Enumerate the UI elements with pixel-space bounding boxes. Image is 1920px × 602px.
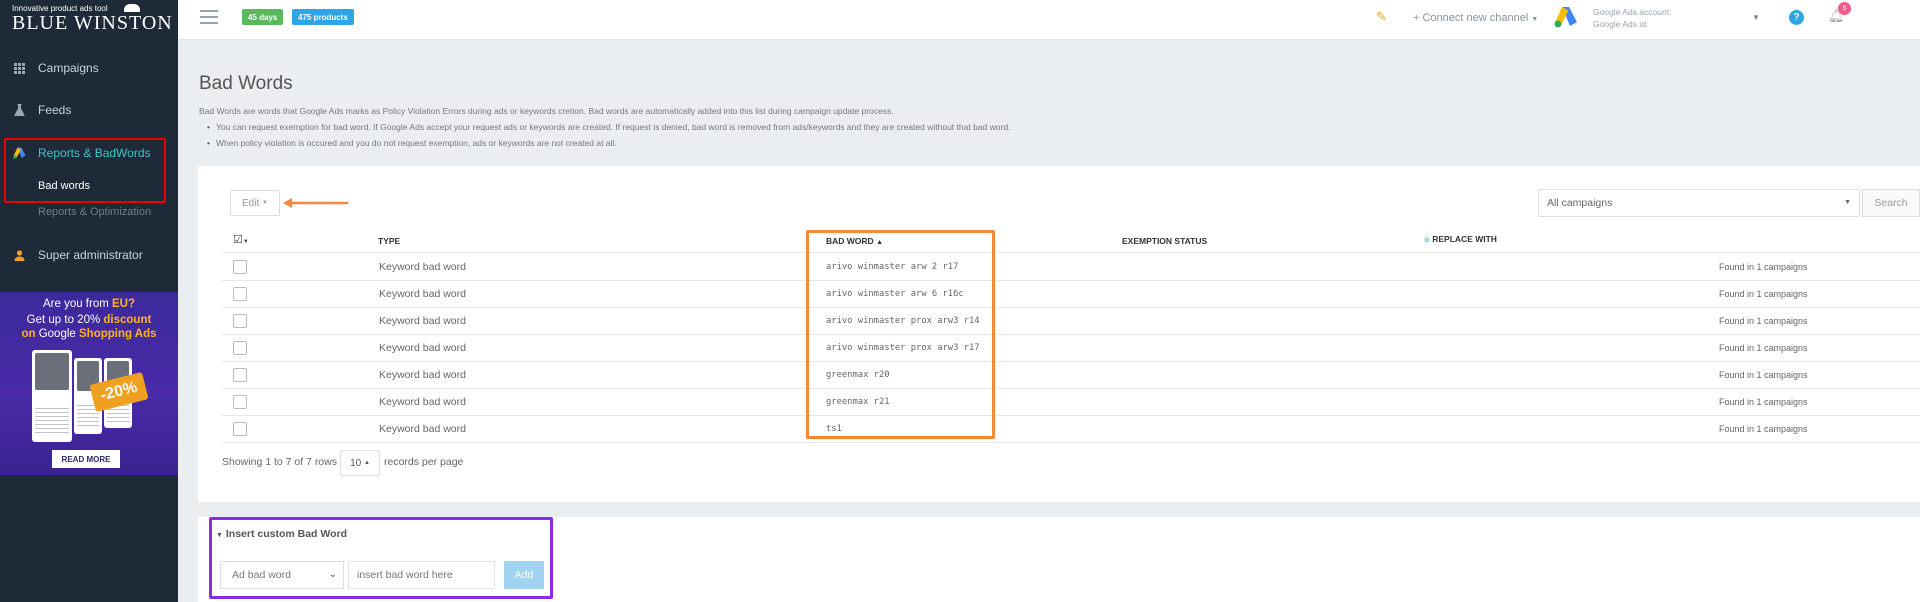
cell-found[interactable]: Found in 1 campaigns	[1719, 262, 1808, 272]
menu-icon[interactable]	[200, 10, 218, 24]
read-more-button[interactable]: READ MORE	[52, 450, 120, 468]
table-row[interactable]: Keyword bad word greenmax r20 Found in 1…	[222, 361, 1920, 388]
table-row[interactable]: Keyword bad word arivo winmaster arw 2 r…	[222, 253, 1920, 280]
column-header-type[interactable]: TYPE	[378, 236, 400, 246]
cell-type: Keyword bad word	[379, 423, 466, 435]
cell-type: Keyword bad word	[379, 261, 466, 273]
pagination-info: Showing 1 to 7 of 7 rows	[222, 456, 337, 468]
records-per-page-label: records per page	[384, 456, 464, 468]
phone-image	[32, 350, 72, 442]
cell-type: Keyword bad word	[379, 288, 466, 300]
sidebar-subitem-reports-optimization[interactable]: Reports & Optimization	[38, 206, 151, 218]
row-checkbox[interactable]	[233, 395, 247, 409]
cell-found[interactable]: Found in 1 campaigns	[1719, 343, 1808, 353]
chevron-down-icon[interactable]: ▼	[1752, 13, 1760, 22]
sidebar-item-super-administrator[interactable]: Super administrator	[0, 243, 178, 267]
promo-line-1: Are you from EU?	[42, 298, 136, 310]
connect-channel-button[interactable]: + Connect new channel ▼	[1413, 12, 1538, 24]
cell-type: Keyword bad word	[379, 315, 466, 327]
description-bullet: When policy violation is occured and you…	[207, 138, 617, 148]
sidebar-item-label: Campaigns	[38, 61, 99, 75]
logo[interactable]: Innovative product ads tool BLUE WINSTON	[12, 4, 172, 36]
page-title: Bad Words	[199, 73, 293, 94]
products-badge: 475 products	[292, 9, 354, 25]
cell-found[interactable]: Found in 1 campaigns	[1719, 397, 1808, 407]
sidebar-item-feeds[interactable]: Feeds	[0, 98, 178, 122]
flask-icon	[12, 103, 26, 117]
cell-type: Keyword bad word	[379, 396, 466, 408]
google-ads-logo-icon	[1554, 6, 1578, 28]
days-badge: 45 days	[242, 9, 284, 25]
promo-line-2: Get up to 20% discount	[26, 314, 152, 326]
help-icon[interactable]: ?	[1789, 10, 1804, 25]
column-header-replace-with[interactable]: ⊙ REPLACE WITH	[1424, 234, 1497, 244]
hat-icon	[124, 4, 140, 12]
info-icon: ⊙	[1424, 237, 1430, 244]
row-checkbox[interactable]	[233, 260, 247, 274]
table-row[interactable]: Keyword bad word greenmax r21 Found in 1…	[222, 388, 1920, 415]
sidebar-item-campaigns[interactable]: Campaigns	[0, 56, 178, 80]
row-checkbox[interactable]	[233, 368, 247, 382]
promo-banner[interactable]: Are you from EU? Get up to 20% discount …	[0, 292, 178, 475]
sidebar: Innovative product ads tool BLUE WINSTON…	[0, 0, 178, 602]
cell-found[interactable]: Found in 1 campaigns	[1719, 424, 1808, 434]
cell-found[interactable]: Found in 1 campaigns	[1719, 370, 1808, 380]
page-size-dropdown[interactable]: 10 ▲	[340, 450, 380, 476]
highlight-box-purple	[209, 517, 553, 599]
column-header-exemption-status[interactable]: EXEMPTION STATUS	[1122, 236, 1207, 246]
row-checkbox[interactable]	[233, 314, 247, 328]
table-row[interactable]: Keyword bad word arivo winmaster prox ar…	[222, 334, 1920, 361]
arrow-annotation-icon	[283, 198, 348, 208]
table-row[interactable]: Keyword bad word arivo winmaster arw 6 r…	[222, 280, 1920, 307]
grid-icon	[12, 61, 26, 75]
notification-count-badge: 5	[1838, 2, 1851, 15]
page-description: Bad Words are words that Google Ads mark…	[199, 106, 894, 116]
table-row[interactable]: Keyword bad word arivo winmaster prox ar…	[222, 307, 1920, 334]
row-divider	[222, 442, 1920, 443]
pencil-icon[interactable]: ✎	[1376, 9, 1387, 25]
row-checkbox[interactable]	[233, 422, 247, 436]
promo-line-3: on Google Shopping Ads	[21, 328, 157, 340]
chevron-down-icon: ▼	[1844, 199, 1851, 206]
row-checkbox[interactable]	[233, 287, 247, 301]
user-icon	[12, 248, 26, 262]
sidebar-item-label: Super administrator	[38, 248, 143, 262]
cell-type: Keyword bad word	[379, 342, 466, 354]
sidebar-item-label: Feeds	[38, 103, 72, 117]
topbar: 45 days 475 products ✎ + Connect new cha…	[178, 0, 1920, 40]
highlight-box-orange	[806, 230, 995, 439]
cell-found[interactable]: Found in 1 campaigns	[1719, 316, 1808, 326]
row-checkbox[interactable]	[233, 341, 247, 355]
edit-dropdown-button[interactable]: Edit ▼	[230, 190, 280, 216]
description-bullet: You can request exemption for bad word. …	[207, 122, 1010, 132]
logo-brand: BLUE WINSTON	[12, 12, 173, 34]
cell-type: Keyword bad word	[379, 369, 466, 381]
cell-found[interactable]: Found in 1 campaigns	[1719, 289, 1808, 299]
google-ads-account[interactable]: Google Ads account: Google Ads id:	[1593, 6, 1671, 30]
select-all-checkbox[interactable]: ☑▼	[233, 233, 249, 246]
search-button[interactable]: Search	[1862, 189, 1920, 217]
table-row[interactable]: Keyword bad word ts1 Found in 1 campaign…	[222, 415, 1920, 442]
highlight-box-red	[4, 138, 166, 203]
campaign-select[interactable]: All campaigns ▼	[1538, 189, 1860, 217]
